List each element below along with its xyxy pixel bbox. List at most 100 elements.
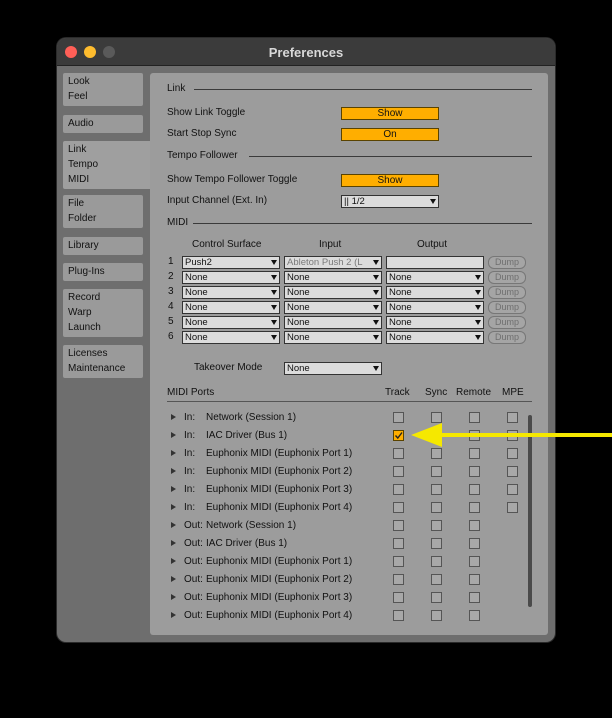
remote-checkbox[interactable] [469,538,480,549]
track-checkbox[interactable] [393,502,404,513]
sidebar-tab-look-feel[interactable]: Look Feel [63,73,143,106]
control-surface-dropdown[interactable]: None [182,301,280,314]
track-checkbox[interactable] [393,412,404,423]
sidebar-tab-plug-ins[interactable]: Plug-Ins [63,263,143,281]
mpe-checkbox[interactable] [507,448,518,459]
input-dropdown[interactable]: None [284,316,382,329]
port-name: Network (Session 1) [206,412,297,423]
mpe-checkbox[interactable] [507,502,518,513]
scrollbar[interactable] [528,415,532,607]
sync-checkbox[interactable] [431,502,442,513]
input-dropdown[interactable]: Ableton Push 2 (L [284,256,382,269]
track-checkbox[interactable] [393,448,404,459]
remote-checkbox[interactable] [469,430,480,441]
control-surface-dropdown[interactable]: Push2 [182,256,280,269]
sync-checkbox[interactable] [431,430,442,441]
sync-checkbox[interactable] [431,466,442,477]
input-dropdown[interactable]: None [284,331,382,344]
dump-button[interactable]: Dump [488,301,526,314]
sync-checkbox[interactable] [431,592,442,603]
expand-triangle-icon[interactable] [171,449,176,456]
port-name: Euphonix MIDI (Euphonix Port 4) [206,502,353,513]
sidebar-tab-record-warp-launch[interactable]: Record Warp Launch [63,289,143,337]
sync-checkbox[interactable] [431,556,442,567]
track-checkbox[interactable] [393,466,404,477]
dump-button[interactable]: Dump [488,331,526,344]
remote-checkbox[interactable] [469,556,480,567]
track-checkbox[interactable] [393,610,404,621]
remote-checkbox[interactable] [469,592,480,603]
remote-checkbox[interactable] [469,610,480,621]
mpe-checkbox[interactable] [507,412,518,423]
input-value: None [287,272,310,283]
dump-button[interactable]: Dump [488,286,526,299]
remote-checkbox[interactable] [469,466,480,477]
control-surface-dropdown[interactable]: None [182,271,280,284]
sidebar-tab-label: Plug-Ins [68,266,105,277]
sync-checkbox[interactable] [431,574,442,585]
sidebar-tab-licenses-maintenance[interactable]: Licenses Maintenance [63,345,143,378]
dump-button[interactable]: Dump [488,256,526,269]
expand-triangle-icon[interactable] [171,431,176,438]
remote-checkbox[interactable] [469,502,480,513]
expand-triangle-icon[interactable] [171,611,176,618]
show-link-toggle-button[interactable]: Show [341,107,439,120]
remote-checkbox[interactable] [469,484,480,495]
sync-checkbox[interactable] [431,520,442,531]
control-surface-dropdown[interactable]: None [182,331,280,344]
mpe-checkbox[interactable] [507,430,518,441]
dump-button[interactable]: Dump [488,316,526,329]
input-dropdown[interactable]: None [284,301,382,314]
sync-checkbox[interactable] [431,448,442,459]
mpe-checkbox[interactable] [507,466,518,477]
remote-checkbox[interactable] [469,520,480,531]
sidebar-tab-link-tempo-midi[interactable]: Link Tempo MIDI [63,141,159,189]
track-checkbox[interactable] [393,574,404,585]
port-direction: Out: [184,520,203,531]
control-surface-dropdown[interactable]: None [182,316,280,329]
port-direction: In: [184,466,196,477]
input-dropdown[interactable]: None [284,271,382,284]
mpe-checkbox[interactable] [507,484,518,495]
expand-triangle-icon[interactable] [171,575,176,582]
expand-triangle-icon[interactable] [171,467,176,474]
input-dropdown[interactable]: None [284,286,382,299]
dump-button[interactable]: Dump [488,271,526,284]
expand-triangle-icon[interactable] [171,503,176,510]
output-dropdown[interactable]: None [386,286,484,299]
input-channel-dropdown[interactable]: || 1/2 [341,195,439,208]
expand-triangle-icon[interactable] [171,539,176,546]
divider [193,223,532,224]
show-tempo-follower-toggle-button[interactable]: Show [341,174,439,187]
remote-checkbox[interactable] [469,574,480,585]
track-checkbox[interactable] [393,520,404,531]
track-checkbox[interactable] [393,556,404,567]
expand-triangle-icon[interactable] [171,413,176,420]
expand-triangle-icon[interactable] [171,485,176,492]
output-dropdown[interactable] [386,256,484,269]
remote-checkbox[interactable] [469,448,480,459]
track-checkbox[interactable] [393,484,404,495]
expand-triangle-icon[interactable] [171,521,176,528]
sync-checkbox[interactable] [431,484,442,495]
output-dropdown[interactable]: None [386,316,484,329]
output-dropdown[interactable]: None [386,271,484,284]
start-stop-sync-button[interactable]: On [341,128,439,141]
sidebar-tab-audio[interactable]: Audio [63,115,143,133]
sync-checkbox[interactable] [431,412,442,423]
track-checkbox[interactable] [393,430,404,441]
takeover-mode-dropdown[interactable]: None [284,362,382,375]
remote-checkbox[interactable] [469,412,480,423]
control-surface-dropdown[interactable]: None [182,286,280,299]
expand-triangle-icon[interactable] [171,593,176,600]
expand-triangle-icon[interactable] [171,557,176,564]
sidebar-tab-library[interactable]: Library [63,237,143,255]
chevron-down-icon [475,335,481,340]
sync-checkbox[interactable] [431,610,442,621]
output-dropdown[interactable]: None [386,331,484,344]
sidebar-tab-file-folder[interactable]: File Folder [63,195,143,228]
output-dropdown[interactable]: None [386,301,484,314]
sync-checkbox[interactable] [431,538,442,549]
track-checkbox[interactable] [393,538,404,549]
track-checkbox[interactable] [393,592,404,603]
